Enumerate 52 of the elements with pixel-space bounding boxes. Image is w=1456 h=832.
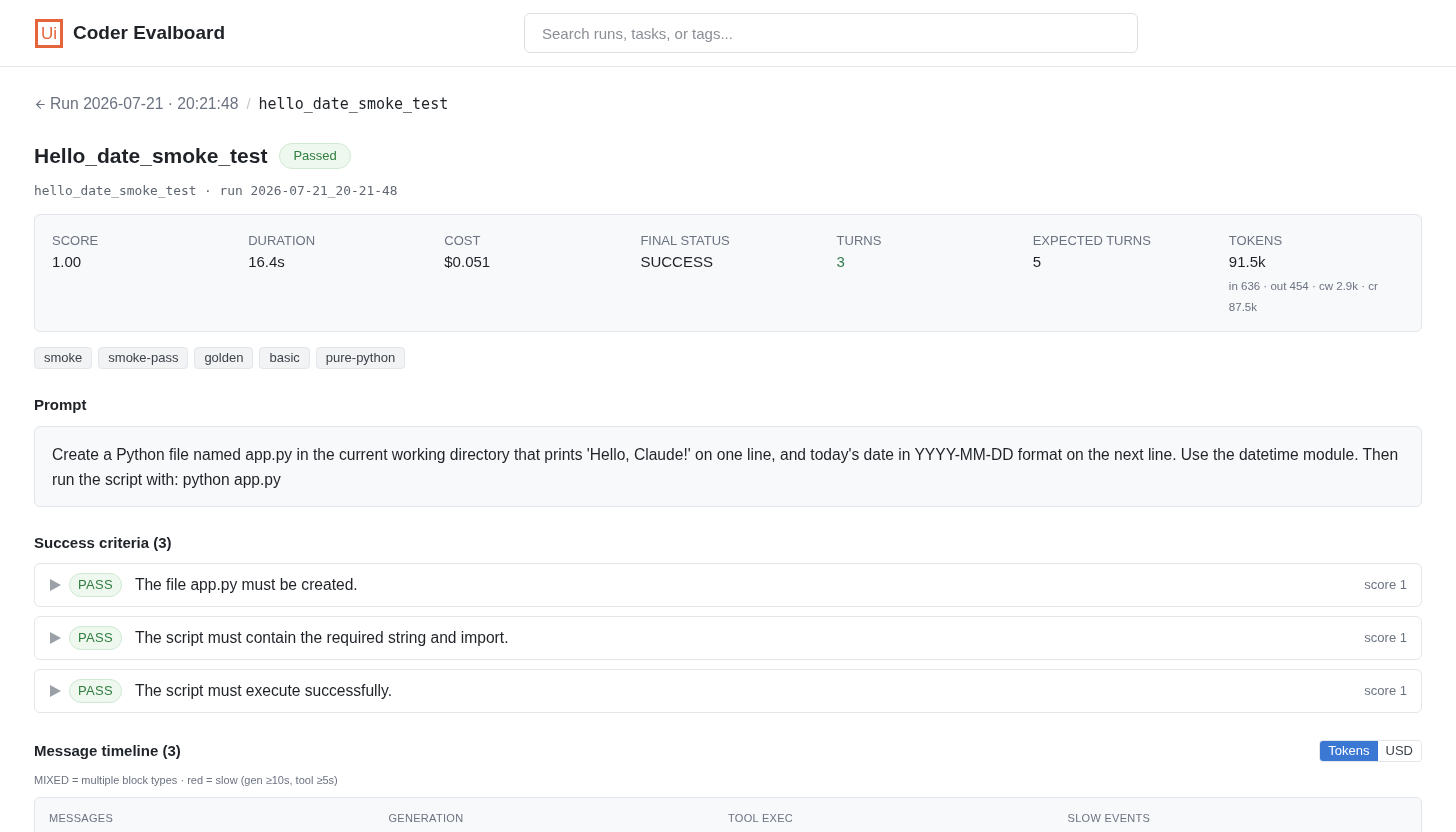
stat-label: DURATION <box>248 232 317 250</box>
criterion-row[interactable]: PASS The file app.py must be created. score 1 <box>34 563 1422 607</box>
stat-value: 16.4s <box>248 252 286 272</box>
stat-label: TOKENS <box>1228 232 1284 250</box>
criterion-row[interactable]: PASS The script must execute successfully. score 1 <box>34 669 1422 713</box>
back-link[interactable]: Run 2026-07-21 · 20:21:48 <box>34 92 239 116</box>
criterion-text: The script must contain the required string and import. <box>134 628 509 649</box>
section-heading: Success criteria (3) <box>34 533 173 553</box>
column-header: GENERATION <box>388 811 465 826</box>
status-badge: Passed <box>279 143 351 169</box>
criterion-score: score 1 <box>1364 682 1407 701</box>
criterion-text: The script must execute successfully. <box>134 681 393 702</box>
section-heading: Message timeline (3) <box>34 741 181 761</box>
app-title: Coder Evalboard <box>73 20 226 45</box>
task-subtitle: hello_date_smoke_test · run 2026-07-21_20-21-48 <box>34 182 399 200</box>
token-breakdown: in 636 · out 454 · cw 2.9k · cr 87.5k <box>1228 279 1379 315</box>
task-title: Hello_date_smoke_test <box>34 143 268 169</box>
result-badge: PASS <box>69 626 122 650</box>
stat-value: 91.5k <box>1228 252 1267 272</box>
stat-value: 5 <box>1032 252 1043 272</box>
unit-toggle-option[interactable]: Tokens <box>1320 741 1378 761</box>
column-header: TOOL EXEC <box>728 811 795 826</box>
result-badge: PASS <box>69 679 122 703</box>
search-field[interactable]: Search runs, tasks, or tags... <box>524 13 1138 53</box>
stat-value: 1.00 <box>52 252 83 272</box>
stat-value: 3 <box>836 252 846 272</box>
tag: smoke <box>34 347 93 369</box>
breadcrumb-separator: / <box>246 93 251 114</box>
tag: golden <box>194 347 254 369</box>
stat-label: SCORE <box>52 232 100 250</box>
stat-label: COST <box>444 232 482 250</box>
stat-value: SUCCESS <box>640 252 714 272</box>
tag: basic <box>259 347 310 369</box>
timeline-note: MIXED = multiple block types · red = slow (gen ≥10s, tool ≥5s) <box>34 773 339 788</box>
tag: smoke-pass <box>98 347 189 369</box>
criterion-score: score 1 <box>1364 629 1407 648</box>
section-heading: Prompt <box>34 395 88 415</box>
column-header: SLOW EVENTS <box>1067 811 1152 826</box>
stat-label: EXPECTED TURNS <box>1032 232 1152 250</box>
result-badge: PASS <box>69 573 122 597</box>
criterion-text: The file app.py must be created. <box>134 575 358 596</box>
stat-value: $0.051 <box>444 252 492 272</box>
stat-label: TURNS <box>836 232 883 250</box>
column-header: MESSAGES <box>49 811 115 826</box>
tag: pure-python <box>315 347 406 369</box>
criterion-score: score 1 <box>1364 576 1407 595</box>
breadcrumb-current: hello_date_smoke_test <box>258 93 449 115</box>
stat-label: FINAL STATUS <box>640 232 731 250</box>
prompt-text: Create a Python file named app.py in the current working directory that prints 'Hello, Claude!' on one line, and today's date in YYYY-MM-DD format on the next line. Use the datetime module. Then run the script with: python app.py <box>34 426 1422 507</box>
back-arrow-icon <box>34 97 47 111</box>
logo-mark: Ui <box>35 18 63 48</box>
criterion-row[interactable]: PASS The script must contain the required string and import. score 1 <box>34 616 1422 660</box>
